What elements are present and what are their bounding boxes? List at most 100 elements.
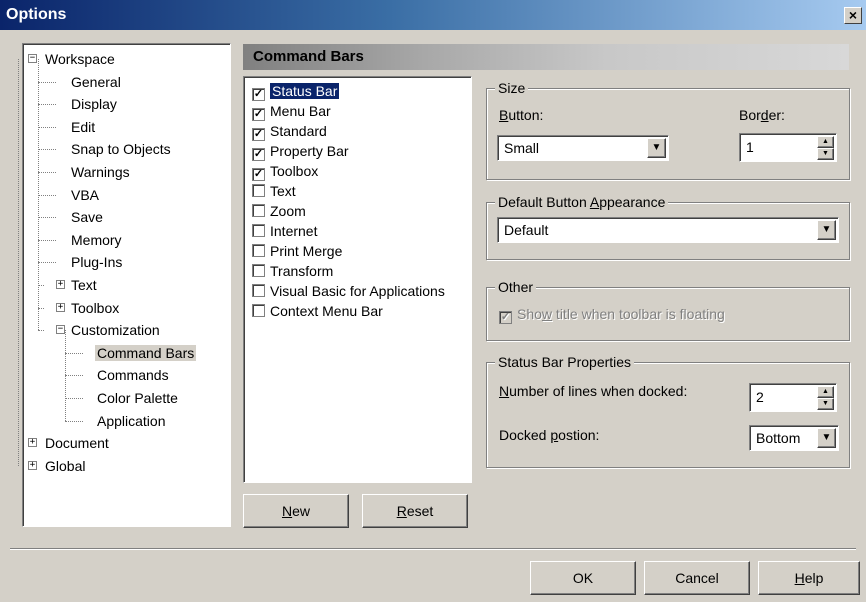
options-tree[interactable]: − Workspace General Display Edit Snap to Obje…: [18, 43, 231, 527]
border-spinner[interactable]: 1 ▲ ▼: [739, 133, 837, 162]
command-bar-checkbox[interactable]: [252, 204, 265, 217]
button-size-value: Small: [504, 140, 540, 156]
tree-branch-line: [38, 285, 44, 286]
arrow-down-icon: ▼: [822, 400, 829, 407]
show-title-checkbox[interactable]: ✓ Show title when toolbar is floating: [499, 306, 725, 324]
command-bar-checkbox[interactable]: [252, 244, 265, 257]
command-bar-checkbox[interactable]: [252, 304, 265, 317]
tree-item[interactable]: Plug-Ins: [69, 251, 124, 273]
border-spin-down[interactable]: ▼: [817, 148, 834, 160]
tree-branch-line: [38, 104, 56, 106]
command-bar-checkbox[interactable]: ✓: [252, 128, 265, 141]
lines-spinner[interactable]: 2 ▲ ▼: [749, 383, 837, 412]
command-bar-label: Print Merge: [270, 243, 343, 259]
position-select[interactable]: Bottom ▼: [749, 425, 839, 451]
collapse-icon[interactable]: −: [28, 54, 37, 63]
tree-branch-line: [38, 330, 44, 332]
command-bar-item[interactable]: Transform: [252, 261, 333, 281]
position-label: Docked postion:: [499, 427, 599, 443]
show-title-pre: Sho: [517, 306, 542, 322]
tree-item[interactable]: Customization: [69, 319, 162, 341]
command-bar-checkbox[interactable]: ✓: [252, 148, 265, 161]
lines-spin-down[interactable]: ▼: [817, 398, 834, 410]
command-bar-item[interactable]: ✓ Property Bar: [252, 141, 349, 161]
position-dropdown-button[interactable]: ▼: [817, 428, 836, 448]
ok-button[interactable]: OK: [530, 561, 636, 595]
new-button[interactable]: New: [243, 494, 349, 528]
tree-branch-line: [65, 398, 83, 399]
tree-item[interactable]: General: [69, 71, 123, 93]
tree-item[interactable]: Snap to Objects: [69, 138, 173, 160]
border-spin-up[interactable]: ▲: [817, 136, 834, 148]
command-bar-item[interactable]: ✓ Menu Bar: [252, 101, 331, 121]
command-bar-checkbox[interactable]: ✓: [252, 168, 265, 181]
appearance-select[interactable]: Default ▼: [497, 217, 839, 243]
command-bar-checkbox[interactable]: ✓: [252, 88, 265, 101]
arrow-down-icon: ▼: [822, 150, 829, 157]
border-label-pre: Bor: [739, 107, 761, 123]
appearance-dropdown-button[interactable]: ▼: [817, 220, 836, 240]
tree-item[interactable]: Warnings: [69, 161, 132, 183]
tree-item[interactable]: Edit: [69, 116, 97, 138]
command-bar-item[interactable]: Context Menu Bar: [252, 301, 383, 321]
tree-item[interactable]: Command Bars: [95, 342, 197, 364]
expand-icon[interactable]: +: [56, 280, 65, 289]
close-button[interactable]: ×: [844, 7, 862, 24]
button-size-dropdown-button[interactable]: ▼: [647, 138, 666, 158]
tree-item[interactable]: Toolbox: [69, 297, 121, 319]
expand-icon[interactable]: +: [56, 302, 65, 312]
reset-button[interactable]: Reset: [362, 494, 468, 528]
tree-item[interactable]: VBA: [69, 184, 101, 206]
command-bar-item[interactable]: Visual Basic for Applications: [252, 281, 445, 301]
command-bar-checkbox[interactable]: [252, 224, 265, 237]
position-mnemonic: p: [550, 427, 559, 443]
tree-branch-line: [38, 81, 56, 83]
command-bar-item[interactable]: Zoom: [252, 201, 306, 221]
tree-branch-line: [38, 217, 56, 219]
tree-item[interactable]: Commands: [95, 364, 171, 386]
command-bar-checkbox[interactable]: [252, 284, 265, 297]
command-bar-checkbox[interactable]: ✓: [252, 108, 265, 121]
command-bars-list[interactable]: ✓ Status Bar ✓ Menu Bar ✓ Standard ✓ Property B…: [243, 76, 472, 483]
tree-item[interactable]: Text: [69, 274, 99, 296]
tree-branch-line: [65, 375, 83, 377]
tree-item-label: VBA: [71, 186, 100, 203]
command-bar-label: Internet: [270, 223, 318, 239]
expand-icon[interactable]: +: [28, 438, 37, 448]
tree-item[interactable]: Document: [43, 432, 111, 454]
chevron-down-icon: ▼: [821, 224, 832, 235]
reset-label-rest: eset: [406, 503, 434, 519]
command-bar-item[interactable]: ✓ Status Bar: [252, 81, 340, 101]
tree-item-label: Customization: [71, 322, 160, 339]
other-group: Other ✓ Show title when toolbar is floati…: [486, 278, 850, 341]
expand-icon[interactable]: +: [28, 460, 37, 470]
command-bar-checkbox[interactable]: [252, 184, 265, 197]
command-bar-label: Context Menu Bar: [270, 303, 383, 319]
tree-item[interactable]: Color Palette: [95, 387, 180, 409]
reset-mnemonic: R: [396, 503, 407, 519]
lines-spin-up[interactable]: ▲: [817, 386, 834, 398]
command-bar-item[interactable]: Print Merge: [252, 241, 342, 261]
tree-item-label: Global: [45, 457, 86, 474]
command-bar-label: Zoom: [270, 203, 306, 219]
command-bar-item[interactable]: Text: [252, 181, 296, 201]
command-bar-item[interactable]: ✓ Standard: [252, 121, 327, 141]
appearance-title-pre: Default Button: [498, 194, 590, 210]
help-button[interactable]: Help: [758, 561, 860, 595]
command-bar-item[interactable]: ✓ Toolbox: [252, 161, 318, 181]
button-size-select[interactable]: Small ▼: [497, 135, 669, 161]
tree-item[interactable]: Display: [69, 93, 119, 115]
tree-item-label: Snap to Objects: [71, 141, 171, 158]
tree-item[interactable]: Global: [43, 455, 87, 477]
footer-separator: [10, 548, 856, 550]
tree-branch-line: [38, 172, 56, 173]
tree-item[interactable]: Application: [95, 410, 168, 432]
tree-item-label: Application: [97, 412, 166, 429]
tree-item[interactable]: Save: [69, 206, 105, 228]
command-bar-item[interactable]: Internet: [252, 221, 317, 241]
collapse-icon[interactable]: −: [56, 325, 65, 335]
tree-item[interactable]: Memory: [69, 229, 124, 251]
tree-item[interactable]: Workspace: [43, 48, 117, 70]
cancel-button[interactable]: Cancel: [644, 561, 750, 595]
command-bar-checkbox[interactable]: [252, 264, 265, 277]
